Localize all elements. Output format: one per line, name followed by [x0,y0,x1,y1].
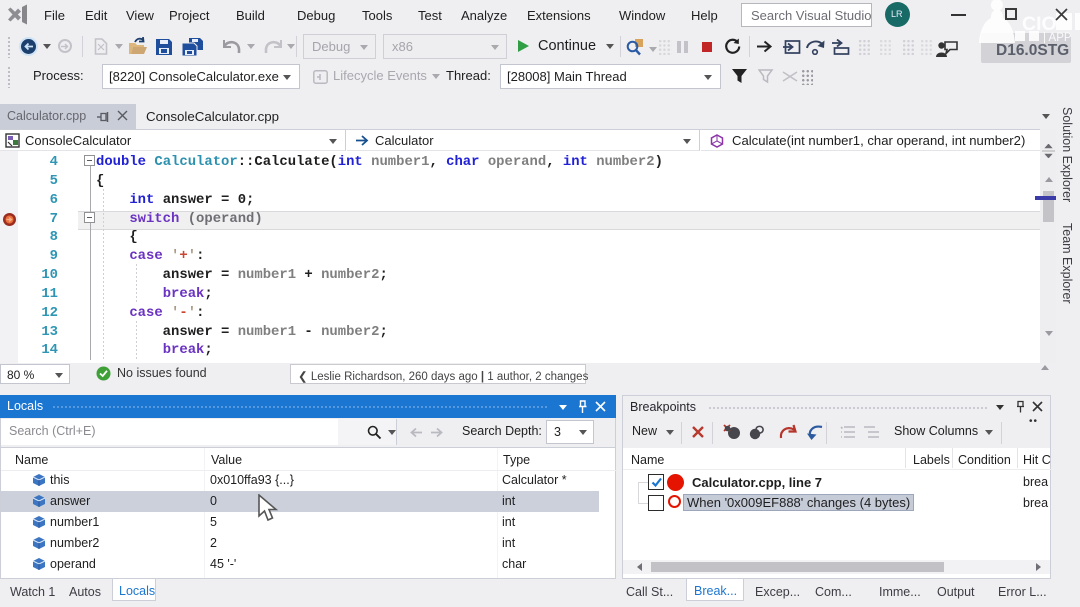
svg-text:| APP: | APP [1043,32,1072,44]
